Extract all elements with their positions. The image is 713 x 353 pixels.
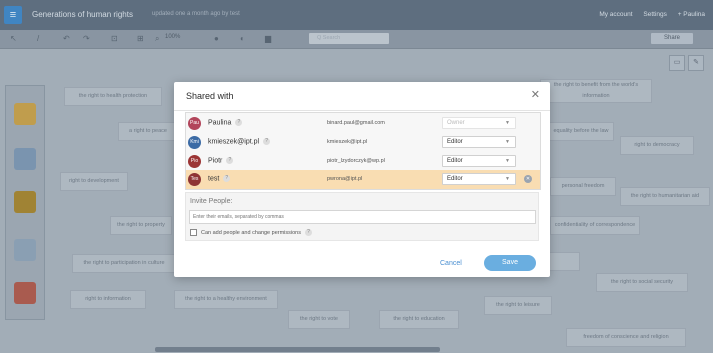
user-name: test?: [208, 175, 231, 182]
chevron-down-icon: ▼: [505, 158, 510, 164]
role-select[interactable]: Editor ▼: [442, 173, 516, 185]
role-select[interactable]: Editor ▼: [442, 155, 516, 167]
user-email: pwrona@ipt.pl: [327, 176, 363, 182]
avatar: Tes: [188, 173, 201, 186]
invite-label: Invite People:: [190, 198, 233, 205]
role-select: Owner ▼: [442, 117, 516, 129]
permission-label: Can add people and change permissions: [201, 229, 301, 236]
avatar: Pio: [188, 155, 201, 168]
share-dialog: Shared with ✕ Pau Paulina? binard.paul@g…: [174, 82, 550, 277]
user-email: piotr_lzydorczyk@wp.pl: [327, 158, 385, 164]
shared-users-list: Pau Paulina? binard.paul@gmail.com Owner…: [185, 112, 541, 190]
permission-row[interactable]: Can add people and change permissions?: [190, 229, 312, 236]
remove-user-icon[interactable]: ✕: [524, 175, 532, 183]
avatar: Pau: [188, 117, 201, 130]
help-icon[interactable]: ?: [226, 157, 234, 164]
chevron-down-icon: ▼: [505, 120, 510, 126]
user-row-highlighted: Tes test? pwrona@ipt.pl Editor ▼ ✕: [186, 170, 540, 189]
help-icon[interactable]: ?: [305, 229, 312, 236]
cancel-button[interactable]: Cancel: [440, 260, 462, 267]
role-select[interactable]: Editor ▼: [442, 136, 516, 148]
user-name: Paulina?: [208, 119, 243, 126]
user-email: binard.paul@gmail.com: [327, 120, 385, 126]
dialog-title: Shared with: [186, 91, 234, 101]
user-name: kmieszek@ipt.pl?: [208, 138, 271, 145]
help-icon[interactable]: ?: [263, 138, 271, 145]
chevron-down-icon: ▼: [505, 139, 510, 145]
invite-emails-input[interactable]: [189, 210, 536, 224]
invite-section: Invite People: Can add people and change…: [185, 192, 539, 241]
avatar: Kmi: [188, 136, 201, 149]
help-icon[interactable]: ?: [223, 175, 231, 182]
chevron-down-icon: ▼: [505, 176, 510, 182]
user-email: kmieszek@ipt.pl: [327, 139, 368, 145]
close-icon[interactable]: ✕: [531, 88, 540, 101]
permission-checkbox[interactable]: [190, 229, 197, 236]
user-row: Kmi kmieszek@ipt.pl? kmieszek@ipt.pl Edi…: [186, 133, 540, 152]
help-icon[interactable]: ?: [235, 119, 243, 126]
user-row: Pio Piotr? piotr_lzydorczyk@wp.pl Editor…: [186, 152, 540, 171]
user-row: Pau Paulina? binard.paul@gmail.com Owner…: [186, 114, 540, 133]
divider: [174, 110, 550, 111]
save-button[interactable]: Save: [484, 255, 536, 271]
user-name: Piotr?: [208, 157, 234, 164]
